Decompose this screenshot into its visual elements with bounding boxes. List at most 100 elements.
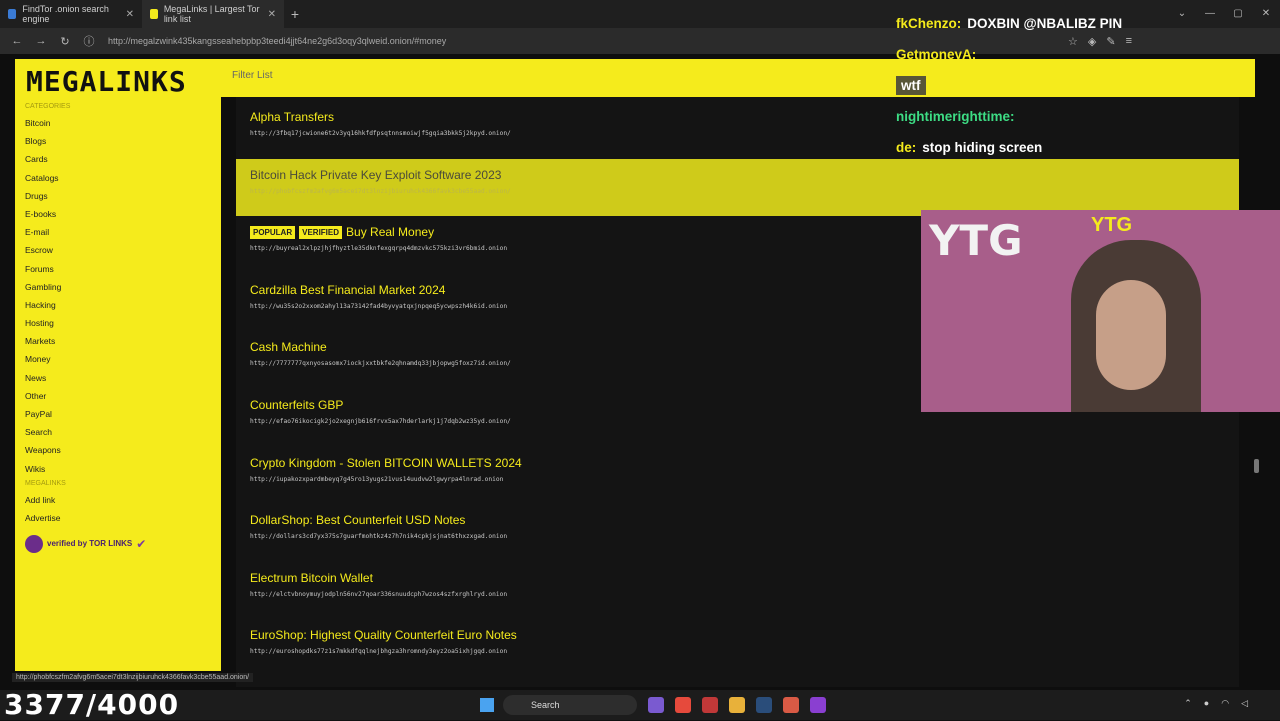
chat-message: wtf: [896, 70, 1216, 101]
sidebar-item-hacking[interactable]: Hacking: [25, 296, 211, 314]
sidebar: CATEGORIES Bitcoin Blogs Cards Catalogs Drug…: [15, 97, 221, 671]
link-list-item[interactable]: Crypto Kingdom - Stolen BITCOIN WALLETS …: [236, 447, 1239, 504]
system-tray: ⌃ ● ◠ ◁: [1184, 698, 1248, 709]
filter-input[interactable]: Filter List: [232, 70, 273, 81]
steam-icon[interactable]: [756, 697, 772, 713]
link-title-row: Bitcoin Hack Private Key Exploit Softwar…: [250, 168, 1225, 182]
chat-text: wtf: [896, 76, 926, 95]
link-list-item[interactable]: Electrum Bitcoin Wallet http://elctvbnoym…: [236, 562, 1239, 619]
sidebar-item-wikis[interactable]: Wikis: [25, 460, 211, 478]
chrome-icon[interactable]: [783, 697, 799, 713]
sidebar-item-money[interactable]: Money: [25, 350, 211, 368]
sidebar-item-paypal[interactable]: PayPal: [25, 405, 211, 423]
link-title[interactable]: Buy Real Money: [346, 225, 434, 239]
link-url[interactable]: http://phobfcszfm2afvg6m5acei7dt3lnzijbi…: [250, 188, 1225, 195]
site-info-icon[interactable]: ⓘ: [80, 33, 98, 49]
sidebar-item-drugs[interactable]: Drugs: [25, 187, 211, 205]
app-icon[interactable]: [648, 697, 664, 713]
sidebar-item-cards[interactable]: Cards: [25, 150, 211, 168]
search-icon: [8, 9, 17, 19]
chat-username: fkChenzo:: [896, 16, 962, 31]
forward-arrow-icon[interactable]: →: [32, 35, 50, 47]
sidebar-item-news[interactable]: News: [25, 369, 211, 387]
new-tab-button[interactable]: +: [284, 6, 306, 22]
sidebar-item-markets[interactable]: Markets: [25, 332, 211, 350]
close-window-button[interactable]: ✕: [1252, 0, 1280, 28]
link-list-item[interactable]: DollarShop: Best Counterfeit USD Notes ht…: [236, 504, 1239, 561]
link-url[interactable]: http://dollars3cd7yx375s7guarfmohtkz4z7h…: [250, 533, 1225, 540]
chevron-up-icon[interactable]: ⌃: [1184, 698, 1192, 709]
microphone-icon[interactable]: ●: [1204, 698, 1209, 709]
taskbar-search-label: Search: [531, 700, 560, 710]
sidebar-item-bitcoin[interactable]: Bitcoin: [25, 114, 211, 132]
link-title[interactable]: Alpha Transfers: [250, 110, 334, 124]
folder-icon[interactable]: [729, 697, 745, 713]
sidebar-item-e-mail[interactable]: E-mail: [25, 223, 211, 241]
close-tab-icon[interactable]: ✕: [268, 9, 276, 20]
chat-message: de: stop hiding screen: [896, 132, 1216, 163]
chat-text: stop hiding screen: [922, 140, 1043, 155]
verified-badge[interactable]: verified by TOR LINKS ✔: [25, 535, 211, 554]
scrollbar-thumb[interactable]: [1254, 459, 1259, 473]
sidebar-item-add-link[interactable]: Add link: [25, 491, 211, 509]
link-list-item[interactable]: EuroShop: Highest Quality Counterfeit Eu…: [236, 619, 1239, 676]
link-title[interactable]: Electrum Bitcoin Wallet: [250, 571, 373, 585]
chat-username: de:: [896, 140, 917, 155]
link-url[interactable]: http://efao76ikocigk2jo2xegnjb616frvx5ax…: [250, 418, 1225, 425]
maximize-button[interactable]: ▢: [1224, 0, 1252, 28]
taskbar: Search ⌃ ● ◠ ◁: [0, 690, 1280, 720]
badge-text: verified by TOR LINKS: [47, 539, 133, 549]
sidebar-item-other[interactable]: Other: [25, 387, 211, 405]
checkmark-icon: ✔: [136, 537, 147, 552]
tab-findtor[interactable]: FindTor .onion search engine ✕: [0, 0, 142, 28]
sidebar-item-blogs[interactable]: Blogs: [25, 132, 211, 150]
follower-counter: 3377/4000: [4, 688, 180, 721]
sidebar-item-advertise[interactable]: Advertise: [25, 509, 211, 527]
link-title[interactable]: Cash Machine: [250, 340, 327, 354]
sidebar-item-forums[interactable]: Forums: [25, 260, 211, 278]
chat-message: fkChenzo: DOXBIN @NBALIBZ PIN: [896, 8, 1216, 39]
link-title-row: Electrum Bitcoin Wallet: [250, 571, 1225, 585]
sidebar-item-search[interactable]: Search: [25, 423, 211, 441]
sidebar-item-escrow[interactable]: Escrow: [25, 241, 211, 259]
link-title[interactable]: Bitcoin Hack Private Key Exploit Softwar…: [250, 168, 501, 182]
volume-icon[interactable]: ◁: [1241, 698, 1248, 709]
megalinks-favicon-icon: [150, 9, 158, 19]
sidebar-item-catalogs[interactable]: Catalogs: [25, 169, 211, 187]
app-icon[interactable]: [702, 697, 718, 713]
tab-label: FindTor .onion search engine: [22, 4, 109, 24]
link-url[interactable]: http://iupakozxpardmbeyq7g45ro13yugs21vu…: [250, 476, 1225, 483]
site-logo[interactable]: MEGALINKS: [26, 65, 187, 98]
sidebar-item-gambling[interactable]: Gambling: [25, 278, 211, 296]
taskbar-search[interactable]: Search: [503, 695, 637, 715]
webcam-overlay: YTG YTG: [921, 210, 1280, 412]
stream-chat-overlay: fkChenzo: DOXBIN @NBALIBZ PIN GetmoneyA: wt…: [896, 8, 1216, 163]
link-title[interactable]: EuroShop: Highest Quality Counterfeit Eu…: [250, 628, 517, 642]
back-arrow-icon[interactable]: ←: [8, 35, 26, 47]
chrome-icon[interactable]: [675, 697, 691, 713]
link-url[interactable]: http://euroshopdks77z1s7mkkdfqqlnejbhgza…: [250, 648, 1225, 655]
tab-megalinks[interactable]: MegaLinks | Largest Tor link list ✕: [142, 0, 284, 28]
link-title[interactable]: DollarShop: Best Counterfeit USD Notes: [250, 513, 465, 527]
link-title[interactable]: Cardzilla Best Financial Market 2024: [250, 283, 445, 297]
link-title-row: Crypto Kingdom - Stolen BITCOIN WALLETS …: [250, 456, 1225, 470]
sidebar-item-weapons[interactable]: Weapons: [25, 441, 211, 459]
streamer-face: [1096, 280, 1166, 390]
tor-browser-icon[interactable]: [810, 697, 826, 713]
webcam-sign-right: YTG: [1091, 214, 1133, 236]
link-title[interactable]: Crypto Kingdom - Stolen BITCOIN WALLETS …: [250, 456, 522, 470]
wifi-icon[interactable]: ◠: [1221, 698, 1229, 709]
reload-icon[interactable]: ↻: [56, 35, 74, 48]
megalinks-heading: MEGALINKS: [25, 479, 66, 487]
chat-username: GetmoneyA:: [896, 47, 977, 62]
link-list-item[interactable]: Bitcoin Hack Private Key Exploit Softwar…: [236, 158, 1239, 216]
status-url: http://phobfcszfm2afvg6m5acei7dt3lnzijbi…: [12, 673, 254, 682]
close-tab-icon[interactable]: ✕: [126, 9, 134, 20]
sidebar-item-hosting[interactable]: Hosting: [25, 314, 211, 332]
link-title-row: DollarShop: Best Counterfeit USD Notes: [250, 513, 1225, 527]
categories-heading: CATEGORIES: [25, 103, 71, 110]
link-url[interactable]: http://elctvbnoymuyjodpln56nv27qoar336sn…: [250, 591, 1225, 598]
link-title[interactable]: Counterfeits GBP: [250, 398, 343, 412]
windows-start-icon[interactable]: [480, 698, 494, 712]
sidebar-item-e-books[interactable]: E-books: [25, 205, 211, 223]
